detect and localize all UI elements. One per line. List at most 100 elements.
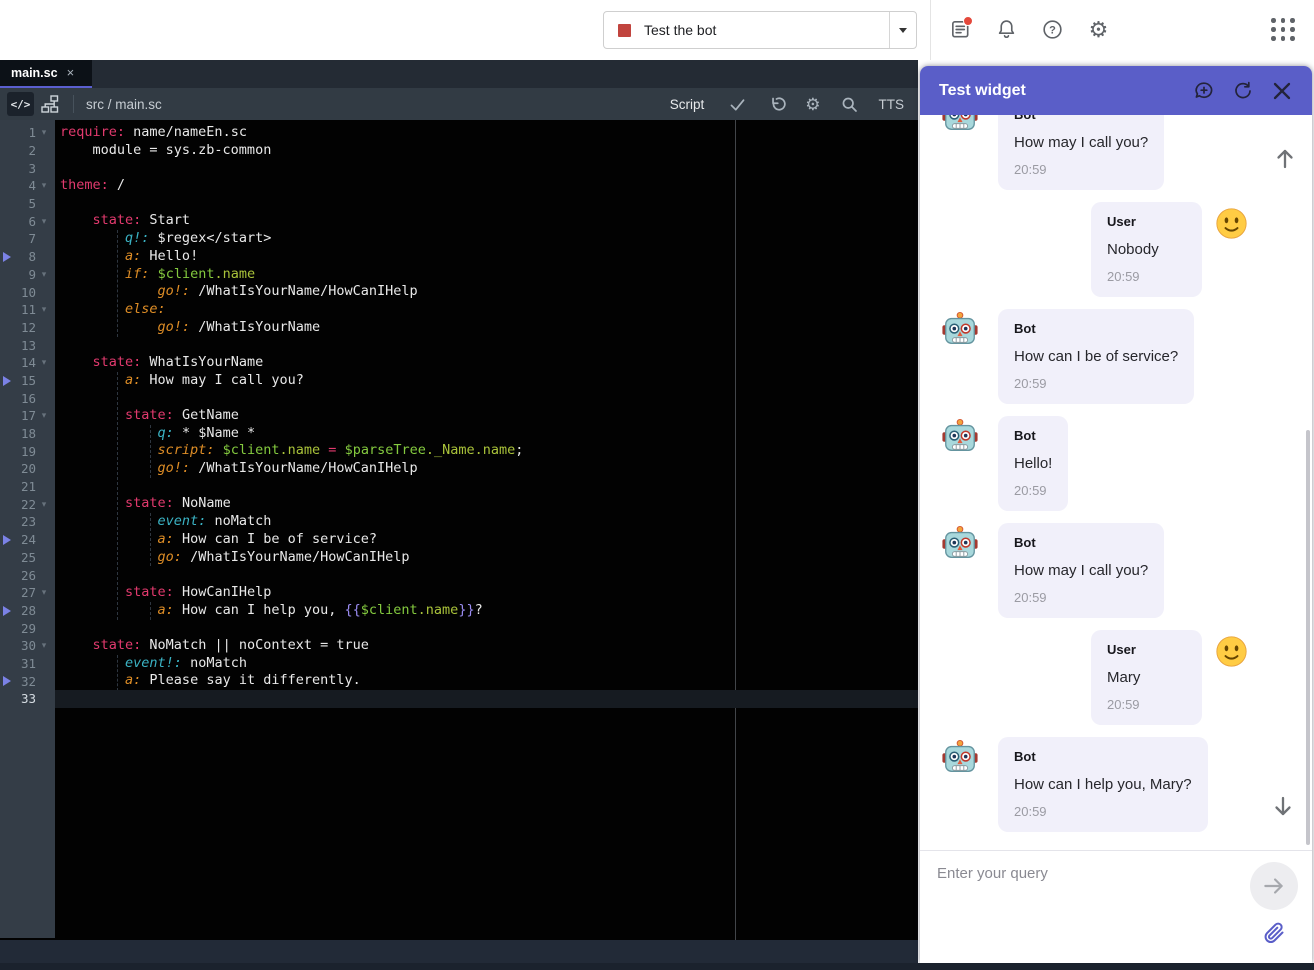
chat-input-area: Enter your query [920,850,1312,963]
query-input[interactable]: Enter your query [937,865,1048,882]
code-line[interactable] [55,195,918,213]
code-line[interactable]: q: * $Name * [55,425,918,443]
editor-settings-icon[interactable]: ⚙ [805,96,820,113]
message-bubble: Bot How may I call you? 20:59 [998,115,1165,190]
message-plus-icon [1195,81,1213,98]
code-view-button[interactable]: </> [7,92,34,116]
code-line[interactable]: state: Start [55,212,918,230]
code-line[interactable]: module = sys.zb-common [55,142,918,160]
search-button[interactable] [840,94,860,114]
smiley-emoji [1216,636,1247,667]
notifications-button[interactable] [994,17,1019,42]
gutter-line: 15 [0,372,55,390]
scroll-to-bottom-button[interactable] [1271,795,1295,819]
fold-arrow-icon[interactable]: ▾ [36,127,52,138]
line-number: 10 [20,284,36,300]
robot-emoji [942,739,978,772]
code-line[interactable]: a: How may I call you? [55,372,918,390]
run-from-line-icon[interactable] [3,605,11,616]
fold-arrow-icon[interactable]: ▾ [36,269,52,280]
code-line[interactable]: if: $client.name [55,266,918,284]
code-line[interactable] [55,159,918,177]
message-text: Nobody [1107,241,1159,258]
code-line[interactable]: go!: /WhatIsYourName/HowCanIHelp [55,460,918,478]
line-number: 11 [20,302,36,318]
new-session-button[interactable] [1193,80,1215,102]
validate-button[interactable] [727,94,747,114]
fold-arrow-icon[interactable]: ▾ [36,216,52,227]
chat-region: Test widget How may I call you? 20:59 Us… [918,60,1314,963]
run-from-line-icon[interactable] [3,251,11,262]
code-editor[interactable]: 1 ▾ 2 3 4 ▾ 5 6 ▾ 7 8 9 ▾ 10 11 ▾ 12 13 14 ▾ 15 16 17 ▾ 18 19 20 21… [0,120,918,940]
code-line[interactable]: theme: / [55,177,918,195]
code-line[interactable] [55,478,918,496]
code-line[interactable]: state: NoName [55,495,918,513]
attach-file-button[interactable] [1262,921,1286,945]
code-line[interactable]: state: WhatIsYourName [55,354,918,372]
code-line[interactable] [55,336,918,354]
code-line[interactable]: event!: noMatch [55,655,918,673]
code-line[interactable]: state: NoMatch || noContext = true [55,637,918,655]
code-line[interactable]: require: name/nameEn.sc [55,124,918,142]
graph-view-button[interactable] [36,92,63,116]
code-line[interactable]: go!: /WhatIsYourName/HowCanIHelp [55,283,918,301]
code-line[interactable] [55,566,918,584]
close-widget-button[interactable] [1271,80,1293,102]
code-line[interactable]: state: GetName [55,407,918,425]
gutter-line: 14 ▾ [0,354,55,372]
run-from-line-icon[interactable] [3,534,11,545]
send-button[interactable] [1250,862,1298,910]
code-line[interactable]: event: noMatch [55,513,918,531]
code-line[interactable]: go: /WhatIsYourName/HowCanIHelp [55,549,918,567]
line-number: 7 [28,231,36,247]
line-number: 4 [28,178,36,194]
message-author: Bot [1014,749,1036,764]
tts-button[interactable]: TTS [879,97,905,112]
tab-main-sc[interactable]: main.sc × [0,60,92,88]
code-line[interactable]: a: How can I help you, {{$client.name}}? [55,602,918,620]
fold-arrow-icon[interactable]: ▾ [36,180,52,191]
activity-log-button[interactable] [948,16,973,42]
bot-avatar [941,525,979,563]
run-from-line-icon[interactable] [3,375,11,386]
undo-button[interactable] [766,94,786,114]
message-bubble: Bot How can I help you, Mary? 20:59 [998,737,1208,832]
chat-scrollbar[interactable] [1306,430,1310,845]
run-from-line-icon[interactable] [3,676,11,687]
code-line[interactable]: state: HowCanIHelp [55,584,918,602]
fold-arrow-icon[interactable]: ▾ [36,640,52,651]
line-number: 25 [20,549,36,565]
code-line[interactable] [55,690,918,708]
code-line[interactable] [55,389,918,407]
code-line[interactable]: go!: /WhatIsYourName [55,319,918,337]
scroll-to-top-button[interactable] [1273,146,1297,170]
script-mode-label[interactable]: Script [670,97,705,112]
message-time: 20:59 [1014,590,1047,605]
code-line[interactable]: script: $client.name = $parseTree._Name.… [55,442,918,460]
tab-close-icon[interactable]: × [67,65,75,80]
fold-arrow-icon[interactable]: ▾ [36,410,52,421]
fold-arrow-icon[interactable]: ▾ [36,357,52,368]
bot-selector-dropdown[interactable] [889,12,916,48]
code-line[interactable]: a: How can I be of service? [55,531,918,549]
code-line[interactable]: q!: $regex</start> [55,230,918,248]
message-text: How can I help you, Mary? [1014,776,1192,793]
refresh-button[interactable] [1232,80,1254,102]
settings-button[interactable]: ⚙ [1086,17,1111,42]
message-time: 20:59 [1014,804,1047,819]
code-line[interactable]: a: Hello! [55,248,918,266]
apps-grid-button[interactable] [1271,18,1297,42]
code-line[interactable] [55,619,918,637]
code-line[interactable]: else: [55,301,918,319]
gutter-line: 10 [0,283,55,301]
bot-selector[interactable]: Test the bot [603,11,917,49]
line-number: 22 [20,496,36,512]
fold-arrow-icon[interactable]: ▾ [36,304,52,315]
fold-arrow-icon[interactable]: ▾ [36,499,52,510]
line-number: 31 [20,655,36,671]
help-button[interactable]: ? [1040,17,1065,42]
code-line[interactable]: a: Please say it differently. [55,672,918,690]
fold-arrow-icon[interactable]: ▾ [36,587,52,598]
gutter-line: 31 [0,655,55,673]
gutter-line: 19 [0,442,55,460]
